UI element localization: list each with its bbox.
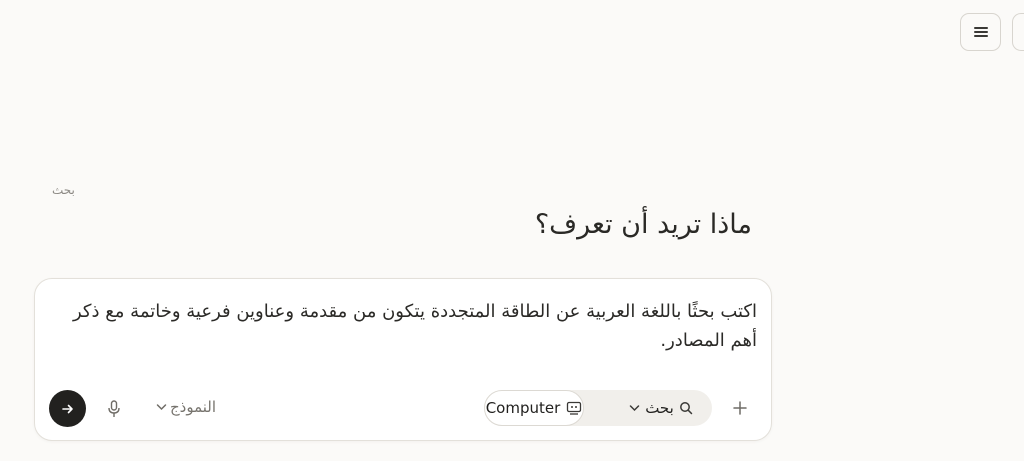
add-attachment-button[interactable]	[728, 396, 752, 420]
computer-mode-button[interactable]: Computer	[484, 390, 584, 426]
send-button[interactable]	[49, 390, 86, 427]
menu-button[interactable]	[960, 13, 1001, 51]
chevron-down-icon	[156, 404, 167, 411]
search-mode-button[interactable]: بحث	[624, 390, 698, 426]
computer-mode-label: Computer	[485, 399, 561, 417]
microphone-icon	[108, 400, 120, 417]
prompt-input[interactable]: اكتب بحثًا باللغة العربية عن الطاقة المت…	[55, 297, 757, 355]
model-select-label: النموذج	[170, 398, 217, 416]
hamburger-icon	[973, 27, 988, 37]
search-mode-label: بحث	[645, 399, 674, 417]
page-heading: ماذا تريد أن تعرف؟	[534, 209, 752, 240]
chevron-down-icon	[629, 405, 640, 412]
tools-group: Computer بحث	[484, 390, 712, 426]
mode-hint: بحث	[52, 183, 75, 197]
sidebar-toggle-button[interactable]	[1012, 13, 1024, 51]
robot-monitor-icon	[567, 401, 582, 415]
magnifier-icon	[679, 402, 693, 415]
plus-icon	[733, 401, 747, 415]
model-select[interactable]: النموذج	[156, 398, 216, 416]
microphone-button[interactable]	[101, 396, 127, 422]
app-page: بحث ماذا تريد أن تعرف؟ اكتب بحثًا باللغة…	[0, 0, 1024, 461]
prompt-composer: اكتب بحثًا باللغة العربية عن الطاقة المت…	[34, 278, 772, 441]
arrow-right-icon	[61, 404, 73, 413]
